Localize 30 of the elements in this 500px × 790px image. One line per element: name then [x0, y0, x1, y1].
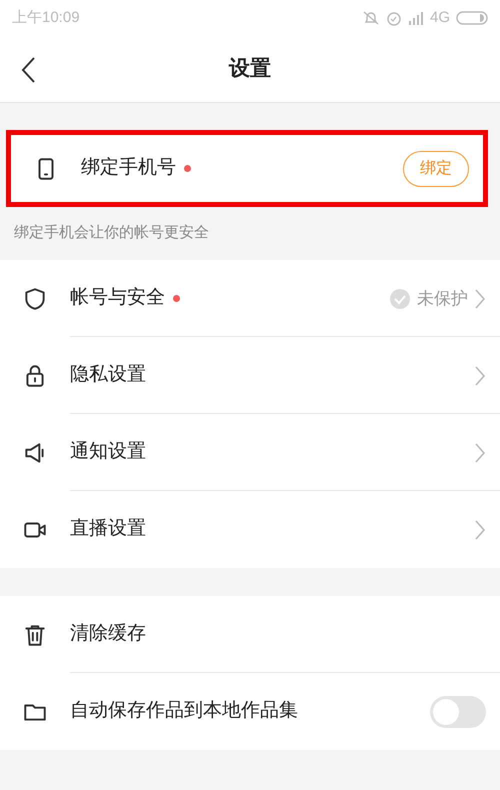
row-label: 清除缓存 — [70, 622, 146, 646]
row-label: 绑定手机号 — [81, 156, 176, 180]
network-type: 4G — [430, 8, 450, 28]
chevron-icon — [474, 442, 486, 464]
settings-row[interactable]: 通知设置 — [0, 414, 500, 491]
settings-row[interactable]: 直播设置 — [0, 491, 500, 568]
chevron-icon — [474, 288, 486, 310]
alarm-icon — [386, 10, 402, 26]
toggle-switch[interactable] — [430, 696, 486, 728]
signal-icon — [408, 11, 424, 25]
status-time: 上午10:09 — [12, 8, 80, 28]
settings-row[interactable]: 帐号与安全 未保护 — [0, 260, 500, 337]
status-text: 未保护 — [417, 288, 468, 310]
row-label: 自动保存作品到本地作品集 — [70, 699, 298, 724]
row-label: 帐号与安全 — [70, 286, 165, 310]
muted-bell-icon — [362, 10, 380, 26]
chevron-icon — [474, 364, 486, 386]
bind-hint: 绑定手机会让你的帐号更安全 — [14, 223, 209, 244]
chevron-icon — [474, 518, 486, 540]
row-label: 直播设置 — [70, 517, 146, 542]
settings-row[interactable]: 隐私设置 — [0, 337, 500, 414]
check-circle-icon — [389, 288, 411, 310]
bind-phone-row[interactable]: 绑定手机号 绑定 — [6, 130, 488, 207]
settings-row[interactable]: 自动保存作品到本地作品集 — [0, 673, 500, 750]
page-title: 设置 — [229, 56, 271, 82]
row-label: 隐私设置 — [70, 363, 146, 388]
battery-icon — [456, 11, 488, 25]
settings-row[interactable]: 清除缓存 — [0, 596, 500, 673]
back-icon — [20, 56, 36, 84]
row-label: 通知设置 — [70, 440, 146, 464]
